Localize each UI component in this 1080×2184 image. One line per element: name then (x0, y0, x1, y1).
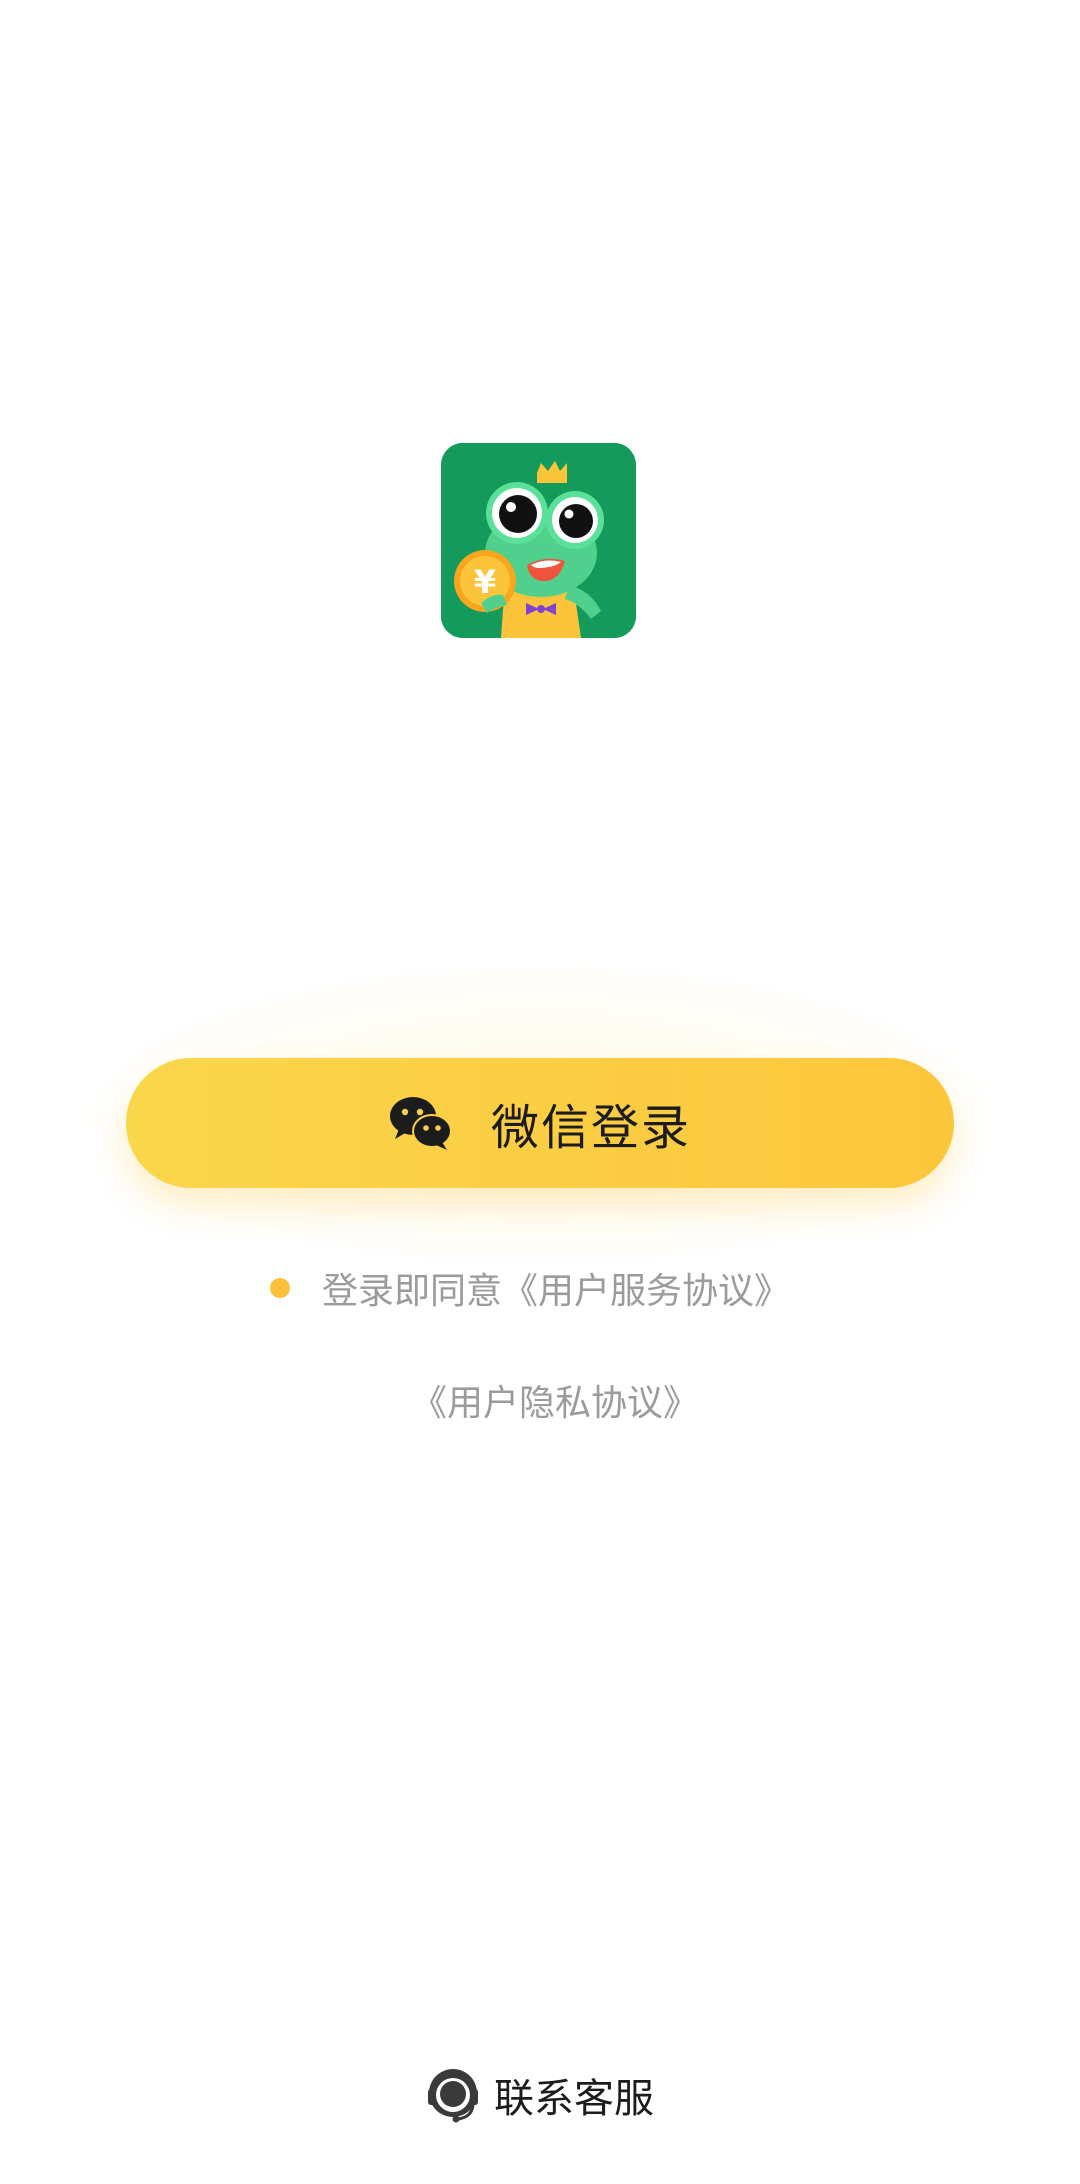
agreement-prefix: 登录即同意 (321, 1271, 502, 1312)
wechat-icon (389, 1097, 452, 1150)
frog-mascot-icon: ¥ (441, 443, 636, 638)
privacy-row: 《用户隐私协议》 (0, 1370, 1080, 1430)
user-service-agreement-link[interactable]: 《用户服务协议》 (502, 1262, 790, 1314)
coin-symbol: ¥ (474, 563, 496, 601)
user-privacy-agreement-link[interactable]: 《用户隐私协议》 (411, 1374, 699, 1426)
contact-support-label: 联系客服 (494, 2076, 654, 2122)
headset-icon (428, 2069, 478, 2123)
agreement-row: 登录即同意 《用户服务协议》 (0, 1258, 1080, 1318)
login-page: ¥ 微信登录 登录即同意 《用户服务协议》 《用户隐私协议》 联系客服 (0, 0, 1080, 2184)
contact-support-button[interactable]: 联系客服 (0, 2060, 1080, 2130)
agreement-checkbox[interactable] (269, 1278, 290, 1298)
wechat-login-label: 微信登录 (490, 1100, 691, 1156)
app-logo-icon: ¥ (441, 443, 636, 638)
wechat-login-button[interactable]: 微信登录 (126, 1058, 954, 1188)
